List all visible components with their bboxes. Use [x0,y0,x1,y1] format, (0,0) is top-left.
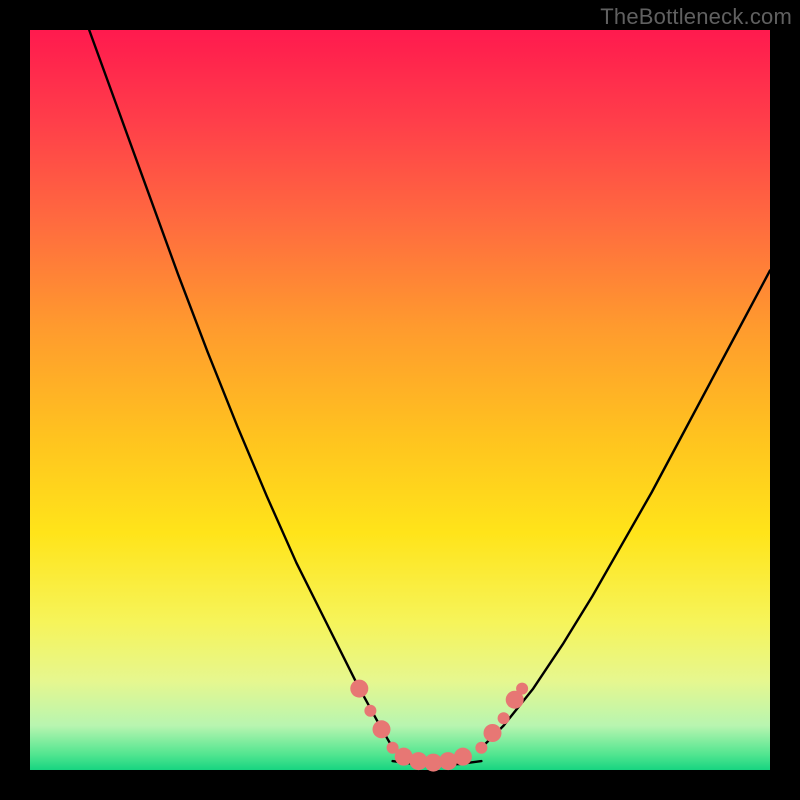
marker-point [364,705,376,717]
marker-point [350,680,368,698]
series-curve-left [89,30,392,748]
marker-point [373,720,391,738]
series-curve-right [481,271,770,748]
marker-point [454,748,472,766]
watermark-text: TheBottleneck.com [600,4,792,30]
chart-frame: TheBottleneck.com [0,0,800,800]
marker-point [484,724,502,742]
marker-point [475,742,487,754]
plot-area [30,30,770,770]
plot-svg [30,30,770,770]
marker-point [516,683,528,695]
marker-point [498,712,510,724]
